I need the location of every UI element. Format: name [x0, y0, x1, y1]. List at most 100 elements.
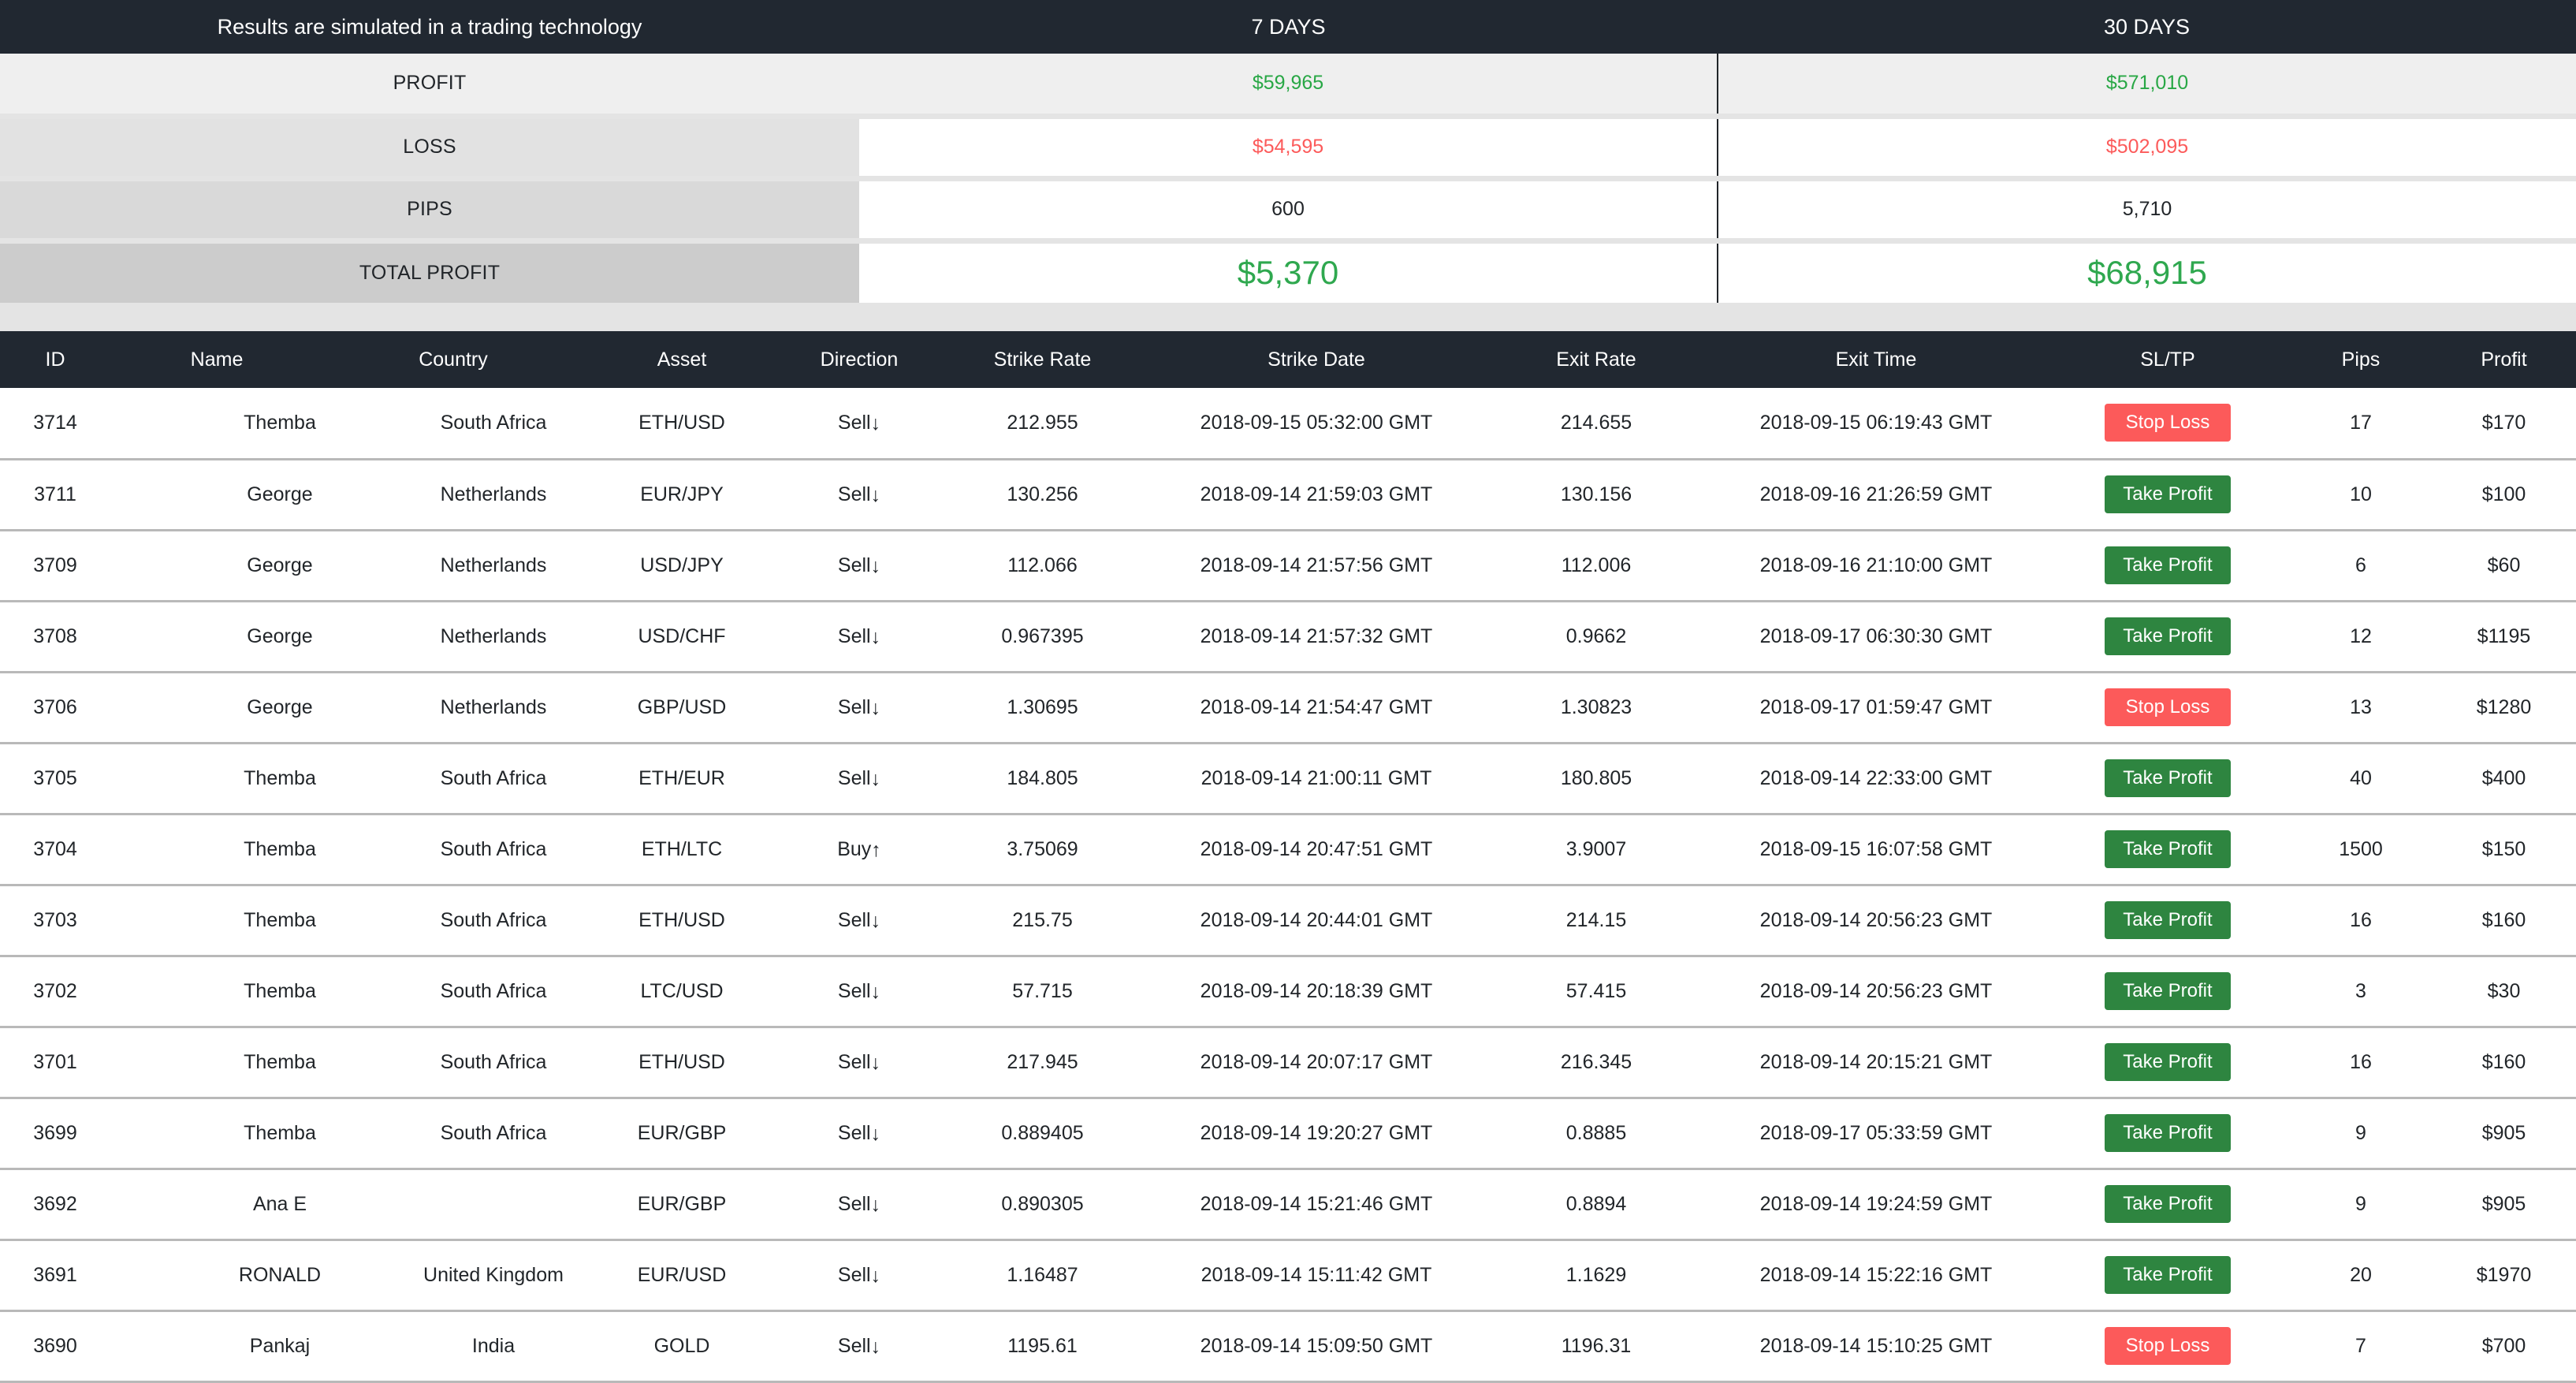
cell-strike-date: 2018-09-14 15:21:46 GMT — [1147, 1169, 1486, 1241]
arrow-down-icon: ↓ — [870, 767, 881, 790]
column-header-name[interactable]: Name — [110, 331, 323, 388]
column-header-pips[interactable]: Pips — [2290, 331, 2432, 388]
column-header-direction[interactable]: Direction — [780, 331, 938, 388]
cell-id: 3702 — [0, 956, 110, 1028]
table-row[interactable]: 3705 Themba South Africa ETH/EUR Sell↓ 184.80… — [0, 743, 2576, 815]
direction-label: Sell — [837, 483, 871, 505]
table-row[interactable]: 3708 George Netherlands USD/CHF Sell↓ 0.96739… — [0, 601, 2576, 673]
cell-direction: Sell↓ — [780, 388, 938, 460]
cell-direction: Sell↓ — [780, 601, 938, 673]
take-profit-badge[interactable]: Take Profit — [2105, 1256, 2231, 1294]
table-row[interactable]: 3709 George Netherlands USD/JPY Sell↓ 112.066… — [0, 530, 2576, 602]
cell-exit-rate: 214.15 — [1486, 885, 1707, 957]
cell-strike-date: 2018-09-14 20:18:39 GMT — [1147, 956, 1486, 1028]
cell-direction: Sell↓ — [780, 956, 938, 1028]
take-profit-badge[interactable]: Take Profit — [2105, 1114, 2231, 1152]
cell-country: South Africa — [323, 743, 583, 815]
cell-id: 3708 — [0, 601, 110, 673]
take-profit-badge[interactable]: Take Profit — [2105, 1043, 2231, 1081]
table-row[interactable]: 3692 Ana E EUR/GBP Sell↓ 0.890305 2018-09-14 … — [0, 1169, 2576, 1241]
cell-asset: GBP/USD — [583, 672, 780, 744]
table-row[interactable]: 3703 Themba South Africa ETH/USD Sell↓ 215.75… — [0, 885, 2576, 957]
take-profit-badge[interactable]: Take Profit — [2105, 972, 2231, 1010]
cell-name: Ana E — [110, 1169, 323, 1241]
table-row[interactable]: 3706 George Netherlands GBP/USD Sell↓ 1.30695… — [0, 672, 2576, 744]
cell-direction: Buy↑ — [780, 814, 938, 886]
summary-label-pips: PIPS — [0, 178, 859, 240]
table-row[interactable]: 3702 Themba South Africa LTC/USD Sell↓ 57.715… — [0, 956, 2576, 1028]
column-header-profit[interactable]: Profit — [2432, 331, 2576, 388]
summary-value-profit-30d: $571,010 — [1717, 54, 2576, 116]
cell-exit-rate: 1196.31 — [1486, 1310, 1707, 1383]
cell-country: South Africa — [323, 1027, 583, 1099]
cell-profit: $150 — [2432, 814, 2576, 886]
stop-loss-badge[interactable]: Stop Loss — [2105, 688, 2231, 726]
stop-loss-badge[interactable]: Stop Loss — [2105, 1327, 2231, 1365]
cell-name: Themba — [110, 743, 323, 815]
cell-direction: Sell↓ — [780, 1169, 938, 1241]
column-header-strike-date[interactable]: Strike Date — [1147, 331, 1486, 388]
table-row[interactable]: 3690 Pankaj India GOLD Sell↓ 1195.61 2018-09-1… — [0, 1310, 2576, 1383]
cell-exit-time: 2018-09-17 01:59:47 GMT — [1707, 672, 2046, 744]
cell-sltp: Take Profit — [2046, 459, 2290, 531]
cell-asset: EUR/JPY — [583, 459, 780, 531]
take-profit-badge[interactable]: Take Profit — [2105, 546, 2231, 584]
cell-exit-rate: 130.156 — [1486, 459, 1707, 531]
take-profit-badge[interactable]: Take Profit — [2105, 901, 2231, 939]
column-header-asset[interactable]: Asset — [583, 331, 780, 388]
summary-header-row: Results are simulated in a trading techn… — [0, 0, 2576, 54]
table-row[interactable]: 3699 Themba South Africa EUR/GBP Sell↓ 0.8894… — [0, 1098, 2576, 1170]
table-row[interactable]: 3711 George Netherlands EUR/JPY Sell↓ 130.256… — [0, 459, 2576, 531]
column-header-id[interactable]: ID — [0, 331, 110, 388]
cell-profit: $700 — [2432, 1310, 2576, 1383]
cell-strike-rate: 184.805 — [938, 743, 1147, 815]
table-row[interactable]: 3714 Themba South Africa ETH/USD Sell↓ 212.95… — [0, 388, 2576, 460]
cell-id: 3711 — [0, 459, 110, 531]
stop-loss-badge[interactable]: Stop Loss — [2105, 404, 2231, 442]
column-header-sltp[interactable]: SL/TP — [2046, 331, 2290, 388]
direction-label: Sell — [837, 1263, 871, 1286]
section-divider — [0, 303, 2576, 331]
cell-id: 3701 — [0, 1027, 110, 1099]
table-row[interactable]: 3691 RONALD United Kingdom EUR/USD Sell↓ 1.16… — [0, 1239, 2576, 1312]
cell-country: Netherlands — [323, 672, 583, 744]
direction-label: Sell — [837, 766, 871, 789]
cell-exit-rate: 0.9662 — [1486, 601, 1707, 673]
cell-strike-rate: 217.945 — [938, 1027, 1147, 1099]
take-profit-badge[interactable]: Take Profit — [2105, 759, 2231, 797]
cell-strike-date: 2018-09-14 20:47:51 GMT — [1147, 814, 1486, 886]
column-header-exit-rate[interactable]: Exit Rate — [1486, 331, 1707, 388]
cell-asset: USD/JPY — [583, 530, 780, 602]
take-profit-badge[interactable]: Take Profit — [2105, 830, 2231, 868]
cell-direction: Sell↓ — [780, 459, 938, 531]
arrow-down-icon: ↓ — [870, 696, 881, 719]
direction-label: Sell — [837, 1334, 871, 1357]
cell-id: 3691 — [0, 1239, 110, 1312]
take-profit-badge[interactable]: Take Profit — [2105, 1185, 2231, 1223]
column-header-country[interactable]: Country — [323, 331, 583, 388]
take-profit-badge[interactable]: Take Profit — [2105, 617, 2231, 655]
cell-profit: $905 — [2432, 1098, 2576, 1170]
cell-strike-date: 2018-09-14 15:11:42 GMT — [1147, 1239, 1486, 1312]
cell-id: 3705 — [0, 743, 110, 815]
cell-profit: $60 — [2432, 530, 2576, 602]
cell-profit: $1195 — [2432, 601, 2576, 673]
cell-pips: 10 — [2290, 459, 2432, 531]
column-header-exit-time[interactable]: Exit Time — [1707, 331, 2046, 388]
summary-label-profit: PROFIT — [0, 54, 859, 116]
cell-id: 3692 — [0, 1169, 110, 1241]
table-row[interactable]: 3704 Themba South Africa ETH/LTC Buy↑ 3.75069… — [0, 814, 2576, 886]
cell-sltp: Take Profit — [2046, 1098, 2290, 1170]
table-row[interactable]: 3701 Themba South Africa ETH/USD Sell↓ 217.94… — [0, 1027, 2576, 1099]
cell-exit-rate: 1.1629 — [1486, 1239, 1707, 1312]
cell-exit-time: 2018-09-15 06:19:43 GMT — [1707, 388, 2046, 460]
cell-exit-time: 2018-09-14 20:15:21 GMT — [1707, 1027, 2046, 1099]
cell-exit-time: 2018-09-15 16:07:58 GMT — [1707, 814, 2046, 886]
cell-asset: ETH/USD — [583, 388, 780, 460]
cell-id: 3690 — [0, 1310, 110, 1383]
cell-strike-rate: 0.889405 — [938, 1098, 1147, 1170]
column-header-strike-rate[interactable]: Strike Rate — [938, 331, 1147, 388]
take-profit-badge[interactable]: Take Profit — [2105, 475, 2231, 513]
cell-strike-rate: 1.30695 — [938, 672, 1147, 744]
summary-value-pips-7d: 600 — [859, 178, 1718, 240]
